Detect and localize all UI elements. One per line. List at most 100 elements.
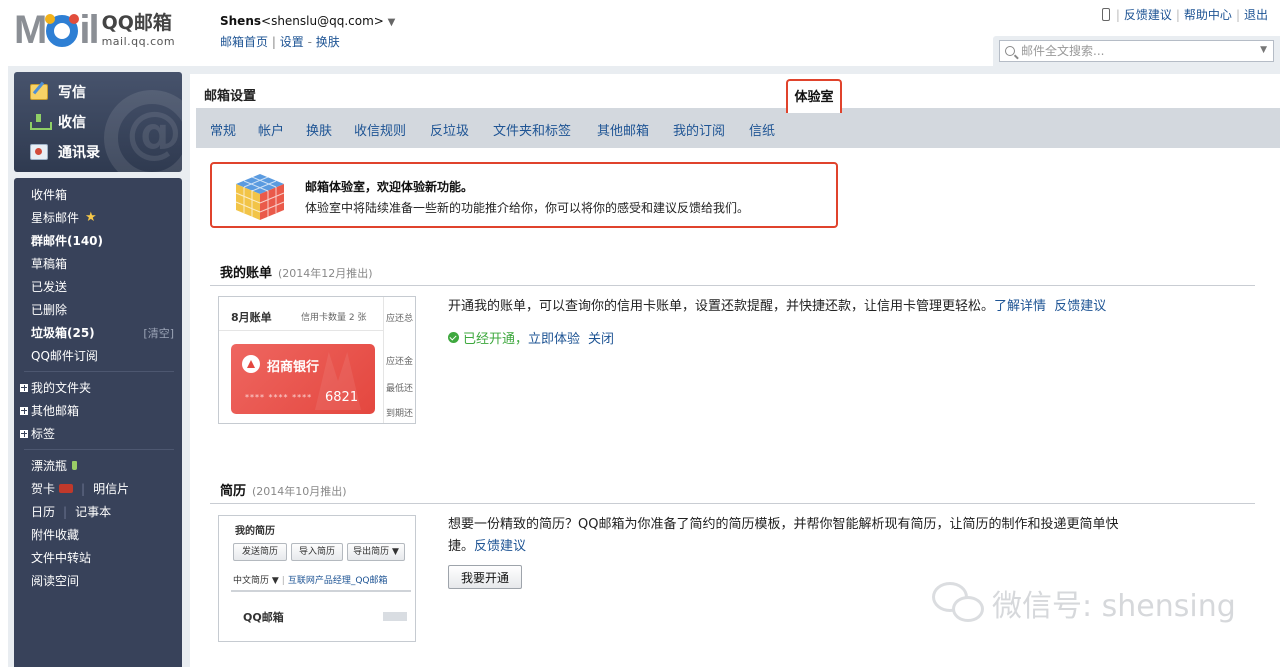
page-title: 邮箱设置 (204, 89, 257, 104)
settings-tabbar: 常规 帐户 换肤 收信规则 反垃圾 文件夹和标签 其他邮箱 我的订阅 信纸 (196, 108, 1280, 148)
tab-rules[interactable]: 收信规则 (354, 108, 406, 148)
account-links: 邮箱首页 | 设置 - 换肤 (220, 33, 395, 51)
folder-deleted[interactable]: 已删除 (31, 301, 67, 318)
thumb-resume-title: 我的简历 (235, 526, 275, 537)
settings-link[interactable]: 设置 (280, 35, 304, 49)
feature-resume-description: 想要一份精致的简历？QQ邮箱为你准备了简约的简历模板，并帮你智能解析现有简历，让… (448, 517, 1119, 554)
learn-more-link[interactable]: 了解详情 (994, 299, 1046, 314)
intro-title: 邮箱体验室，欢迎体验新功能。 (305, 180, 474, 194)
contacts-label: 通讯录 (58, 145, 100, 161)
tab-account[interactable]: 帐户 (258, 108, 284, 148)
tool-file-transfer[interactable]: 文件中转站 (31, 549, 91, 566)
thumb-bill-title: 8月账单 (231, 311, 272, 324)
sidebar-primary-panel: 写信 收信 通讯录 (14, 72, 182, 172)
logo-mark: Mil (14, 8, 100, 52)
user-block: Shens<shenslu@qq.com> ▼ 邮箱首页 | 设置 - 换肤 (220, 12, 395, 51)
enable-resume-button[interactable]: 我要开通 (448, 565, 522, 589)
tab-other-mailboxes[interactable]: 其他邮箱 (597, 108, 649, 148)
group-other-mailboxes[interactable]: 其他邮箱 (20, 402, 79, 419)
sidebar-folder-panel: 收件箱 星标邮件 ★ 群邮件(140) 草稿箱 已发送 已删除 垃圾箱(25) [… (14, 178, 182, 667)
receive-label: 收信 (58, 115, 86, 131)
tab-subscriptions[interactable]: 我的订阅 (673, 108, 725, 148)
section-divider (210, 285, 1255, 286)
folder-inbox[interactable]: 收件箱 (31, 186, 67, 203)
mail-home-link[interactable]: 邮箱首页 (220, 35, 268, 49)
tool-notes[interactable]: 记事本 (75, 503, 111, 520)
opened-status: 已经开通， (463, 332, 529, 347)
folder-spam[interactable]: 垃圾箱(25) (31, 324, 95, 341)
link-separator: | (271, 35, 276, 49)
compose-icon (30, 84, 48, 100)
group-tags[interactable]: 标签 (20, 425, 55, 442)
expand-plus-icon (20, 383, 28, 392)
sidebar-receive[interactable]: 收信 (30, 112, 86, 132)
logo-o-icon (45, 14, 80, 47)
feature-resume-header: 简历 (2014年10月推出) (220, 480, 347, 499)
tab-folders-tags[interactable]: 文件夹和标签 (493, 108, 571, 148)
help-center-link[interactable]: 帮助中心 (1184, 6, 1232, 23)
tab-skin[interactable]: 换肤 (306, 108, 332, 148)
user-email: <shenslu@qq.com> (261, 14, 384, 28)
wechat-logo-icon (932, 580, 988, 626)
at-sign-watermark-icon (104, 90, 182, 172)
feature-bill-description: 开通我的账单，可以查询你的信用卡账单，设置还款提醒，并快捷还款，让信用卡管理更轻… (448, 299, 1107, 314)
qqmail-logo[interactable]: Mil QQ邮箱 mail.qq.com (14, 10, 175, 50)
feature-resume-title: 简历 (220, 484, 247, 499)
resume-preview-thumbnail: 我的简历 发送简历 导入简历 导出简历 ▼ 中文简历 ▼ | 互联网产品经理_QQ邮… (218, 515, 416, 642)
tool-attachments[interactable]: 附件收藏 (31, 526, 79, 543)
expand-plus-icon (20, 406, 28, 415)
settings-main: 邮箱设置 常规 帐户 换肤 收信规则 反垃圾 文件夹和标签 其他邮箱 我的订阅 … (190, 74, 1280, 667)
close-feature-link[interactable]: 关闭 (588, 328, 614, 347)
user-name[interactable]: Shens (220, 14, 261, 28)
logo-cn-text: QQ邮箱 (101, 11, 172, 34)
tool-greeting-card[interactable]: 贺卡 (31, 480, 55, 497)
bill-status-row: 已经开通， 立即体验 关闭 (448, 328, 614, 347)
lab-intro-banner: 邮箱体验室，欢迎体验新功能。 体验室中将陆续准备一些新的功能推介给你，你可以将你… (210, 162, 838, 228)
logout-link[interactable]: 退出 (1244, 6, 1268, 23)
sidebar-contacts[interactable]: 通讯录 (30, 142, 100, 162)
wechat-watermark: 微信号: shensing (932, 580, 1236, 626)
folder-sent[interactable]: 已发送 (31, 278, 67, 295)
chevron-down-icon[interactable]: ▼ (388, 17, 396, 28)
wechat-id-text: 微信号: shensing (992, 589, 1236, 624)
folder-group-mail[interactable]: 群邮件(140) (31, 232, 103, 249)
intro-description: 体验室中将陆续准备一些新的功能推介给你，你可以将你的感受和建议反馈给我们。 (305, 201, 750, 215)
top-right-links: | 反馈建议 | 帮助中心 | 退出 (1101, 6, 1272, 23)
feature-resume-date: (2014年10月推出) (252, 485, 347, 498)
try-now-link[interactable]: 立即体验 (528, 328, 580, 347)
credit-card-image: 招商银行 **** **** **** 6821 (231, 344, 375, 414)
clear-spam-link[interactable]: [清空] (143, 325, 174, 341)
change-skin-link[interactable]: 换肤 (316, 35, 340, 49)
thumb-card-count: 信用卡数量 2 张 (301, 313, 367, 323)
tool-postcard[interactable]: 明信片 (93, 480, 129, 497)
search-input[interactable] (1021, 44, 1241, 58)
card-masked-digits: **** **** **** (245, 393, 313, 402)
tab-general[interactable]: 常规 (210, 108, 236, 148)
link-separator: - (307, 35, 312, 49)
search-box[interactable]: ▼ (999, 40, 1274, 62)
folder-drafts[interactable]: 草稿箱 (31, 255, 67, 272)
star-icon: ★ (85, 210, 97, 225)
search-dropdown-icon[interactable]: ▼ (1260, 45, 1267, 55)
write-label: 写信 (58, 85, 86, 101)
tab-stationery[interactable]: 信纸 (749, 108, 775, 148)
tab-lab-active[interactable]: 体验室 (786, 79, 842, 113)
tab-antispam[interactable]: 反垃圾 (430, 108, 469, 148)
thumb-brand: QQ邮箱 (243, 611, 284, 624)
tool-calendar[interactable]: 日历 (31, 503, 55, 520)
rubiks-cube-icon (235, 174, 285, 220)
sidebar-write[interactable]: 写信 (30, 82, 86, 102)
folder-qq-subscription[interactable]: QQ邮件订阅 (31, 347, 98, 364)
resume-feedback-link[interactable]: 反馈建议 (474, 539, 526, 554)
mobile-phone-icon[interactable] (1101, 8, 1110, 21)
feature-bill-date: (2014年12月推出) (278, 267, 373, 280)
group-my-folders[interactable]: 我的文件夹 (20, 379, 91, 396)
feedback-link[interactable]: 反馈建议 (1124, 6, 1172, 23)
bill-feedback-link[interactable]: 反馈建议 (1054, 299, 1106, 314)
bottle-icon (72, 461, 78, 470)
tool-drift-bottle[interactable]: 漂流瓶 (31, 457, 78, 474)
card-last-digits: 6821 (325, 390, 359, 405)
check-circle-icon (448, 332, 459, 343)
folder-starred[interactable]: 星标邮件 ★ (31, 209, 97, 226)
tool-reading-space[interactable]: 阅读空间 (31, 572, 79, 589)
